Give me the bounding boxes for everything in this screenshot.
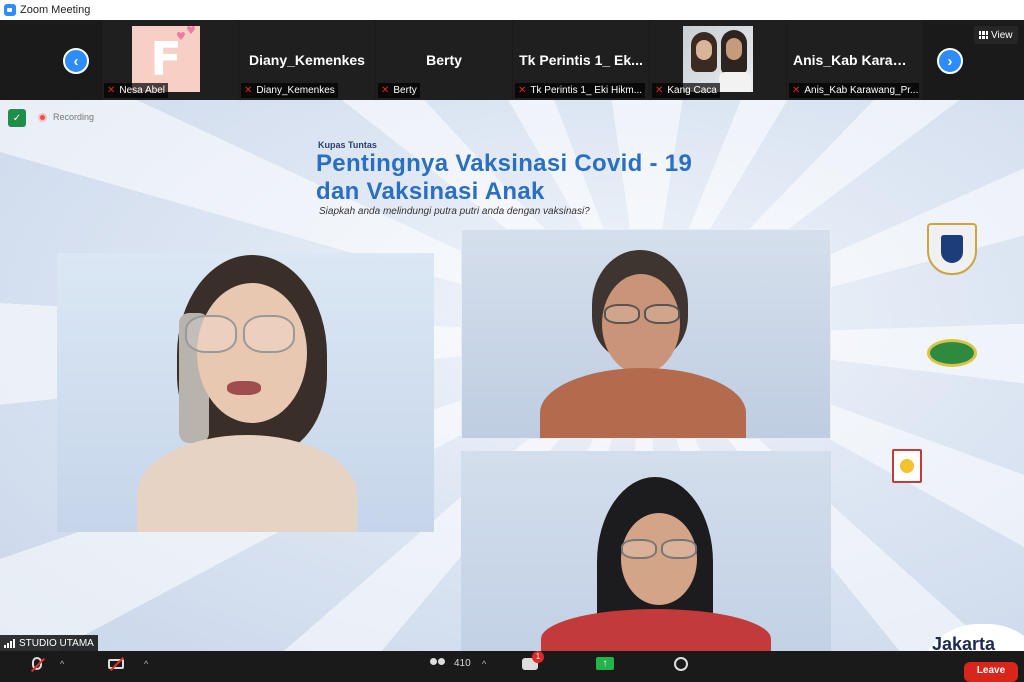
mute-button[interactable]	[30, 655, 46, 673]
participant-label: ✕ Nesa Abel	[104, 83, 168, 98]
participant-tile-nesa-abel[interactable]: F ♥ ♥ ✕ Nesa Abel	[102, 20, 238, 100]
speaker-video-bottom	[461, 451, 831, 651]
reactions-button[interactable]	[674, 655, 688, 672]
slide-kicker: Kupas Tuntas	[318, 140, 377, 150]
chat-badge: 1	[532, 650, 544, 663]
reactions-icon	[674, 656, 688, 671]
participant-tile-tk-perintis[interactable]: Tk Perintis 1_ Ek... ✕ Tk Perintis 1_ Eki…	[513, 20, 649, 100]
share-screen-button[interactable]: ↑	[596, 655, 614, 672]
heart-icon: ♥	[176, 30, 186, 43]
heart-icon: ♥	[186, 24, 196, 37]
shared-video-area: ✓ Recording Kupas Tuntas Pentingnya Vaks…	[0, 100, 1024, 651]
video-options-caret[interactable]: ^	[144, 655, 148, 672]
participant-tile-diany[interactable]: Diany_Kemenkes ✕ Diany_Kemenkes	[239, 20, 375, 100]
participants-button[interactable]: 410	[430, 655, 471, 672]
rmhc-logo	[892, 437, 1010, 497]
participant-tile-kang-caca[interactable]: ✕ Kang Caca	[650, 20, 786, 100]
chat-button[interactable]: 1	[522, 650, 544, 672]
share-screen-icon: ↑	[596, 657, 614, 670]
video-button[interactable]	[108, 655, 125, 672]
view-button[interactable]: View	[974, 26, 1018, 44]
participant-label: ✕ Diany_Kemenkes	[241, 83, 338, 98]
dki-crest-logo	[927, 223, 977, 275]
participant-label: ✕ Anis_Kab Karawang_Pr...	[789, 83, 919, 98]
participant-tile-berty[interactable]: Berty ✕ Berty	[376, 20, 512, 100]
security-shield-icon[interactable]: ✓	[8, 109, 26, 127]
audio-options-caret[interactable]: ^	[60, 655, 64, 672]
mic-muted-icon: ✕	[655, 85, 664, 96]
mic-muted-icon	[30, 657, 46, 673]
leave-button[interactable]: Leave	[964, 662, 1018, 682]
participants-count: 410	[454, 658, 471, 669]
speaker-video-left	[57, 253, 434, 532]
mic-muted-icon: ✕	[518, 85, 527, 96]
participant-label: ✕ Berty	[378, 83, 420, 98]
slide-subtitle: Siapkah anda melindungi putra putri anda…	[319, 206, 590, 217]
meeting-toolbar: ^ ^ 410 ^ 1 ↑ Leave	[0, 650, 1024, 682]
mic-muted-icon: ✕	[792, 85, 801, 96]
participant-big-name: Anis_Kab Karawa...	[793, 52, 923, 68]
participants-options-caret[interactable]: ^	[482, 655, 486, 672]
participant-label: ✕ Kang Caca	[652, 83, 720, 98]
participant-big-name: Tk Perintis 1_ Ek...	[519, 52, 643, 68]
chat-icon: 1	[522, 650, 544, 670]
mic-muted-icon: ✕	[244, 85, 253, 96]
signal-bars-icon	[4, 638, 15, 648]
participant-label: ✕ Tk Perintis 1_ Eki Hikm...	[515, 83, 645, 98]
participant-tile-anis[interactable]: Anis_Kab Karawa... ✕ Anis_Kab Karawang_Pr…	[787, 20, 923, 100]
window-titlebar: Zoom Meeting	[0, 0, 1024, 20]
zoom-logo-icon	[4, 4, 16, 16]
chevron-left-icon[interactable]: ‹	[63, 48, 89, 74]
participant-big-name: Diany_Kemenkes	[249, 52, 365, 68]
participants-strip: ‹ F ♥ ♥ ✕ Nesa Abel Diany_Kemenkes ✕ Diany…	[0, 20, 1024, 100]
participant-big-name: Berty	[426, 52, 462, 68]
speaker-video-top	[461, 229, 831, 439]
active-speaker-label: STUDIO UTAMA	[0, 635, 98, 651]
record-icon	[38, 112, 47, 122]
mic-muted-icon: ✕	[381, 85, 390, 96]
organization-logo	[925, 335, 979, 377]
recording-indicator: Recording	[38, 112, 94, 122]
slide-title: Pentingnya Vaksinasi Covid - 19 dan Vaks…	[316, 150, 693, 205]
chevron-right-icon[interactable]: ›	[937, 48, 963, 74]
participants-icon	[430, 658, 448, 669]
window-title: Zoom Meeting	[20, 4, 91, 16]
video-off-icon	[108, 656, 125, 671]
mic-muted-icon: ✕	[107, 85, 116, 96]
grid-icon	[979, 31, 988, 39]
